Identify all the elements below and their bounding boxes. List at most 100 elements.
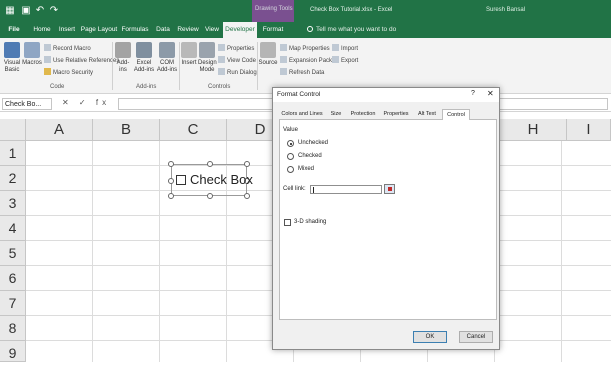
collapse-dialog-button[interactable] <box>384 184 395 194</box>
radio-mixed-label[interactable]: Mixed <box>298 166 314 172</box>
xml-source-button[interactable]: Source <box>258 42 278 67</box>
com-add-ins-button[interactable]: COM Add-ins <box>156 42 178 74</box>
tab-insert[interactable]: Insert <box>55 22 79 38</box>
macros-label: Macros <box>22 60 42 66</box>
dialog-title-bar[interactable]: Format Control ? ✕ <box>273 88 499 102</box>
tell-me-search[interactable]: Tell me what you want to do <box>307 26 396 33</box>
row-header-3[interactable]: 3 <box>0 191 26 216</box>
select-all-corner[interactable] <box>0 119 26 141</box>
properties-icon <box>218 44 225 51</box>
expansion-packs-button[interactable]: Expansion Packs <box>280 56 335 64</box>
import-button[interactable]: Import <box>332 44 358 52</box>
resize-handle[interactable] <box>168 193 174 199</box>
column-header-b[interactable]: B <box>93 119 160 141</box>
run-dialog-button[interactable]: Run Dialog <box>218 68 257 76</box>
add-ins-icon <box>115 42 131 58</box>
radio-checked-label[interactable]: Checked <box>298 153 322 159</box>
3d-shading-label[interactable]: 3-D shading <box>294 219 326 225</box>
tab-home[interactable]: Home <box>30 22 54 38</box>
tab-colors-and-lines[interactable]: Colors and Lines <box>279 109 325 120</box>
row-header-9[interactable]: 9 <box>0 341 26 362</box>
dialog-title: Format Control <box>277 91 321 98</box>
export-button[interactable]: Export <box>332 56 358 64</box>
radio-checked[interactable] <box>287 153 294 160</box>
tab-format[interactable]: Format <box>260 22 286 38</box>
record-macro-button[interactable]: Record Macro <box>44 44 91 52</box>
macros-button[interactable]: Macros <box>22 42 42 67</box>
group-separator <box>112 42 113 90</box>
tab-formulas[interactable]: Formulas <box>119 22 151 38</box>
tab-review[interactable]: Review <box>175 22 201 38</box>
resize-handle[interactable] <box>168 178 174 184</box>
row-header-2[interactable]: 2 <box>0 166 26 191</box>
resize-handle[interactable] <box>244 193 250 199</box>
tab-protection[interactable]: Protection <box>347 109 379 120</box>
row-header-1[interactable]: 1 <box>0 141 26 166</box>
cell-link-input[interactable] <box>310 185 382 194</box>
add-ins-button[interactable]: Add-ins <box>114 42 132 74</box>
macro-security-label: Macro Security <box>53 70 94 76</box>
checkbox-label: Check Box <box>190 172 253 187</box>
relative-references-button[interactable]: Use Relative References <box>44 56 119 64</box>
radio-unchecked[interactable] <box>287 140 294 147</box>
record-macro-label: Record Macro <box>53 46 91 52</box>
resize-handle[interactable] <box>207 193 213 199</box>
column-header-h[interactable]: H <box>500 119 567 141</box>
properties-button[interactable]: Properties <box>218 44 254 52</box>
tab-properties[interactable]: Properties <box>380 109 412 120</box>
design-mode-button[interactable]: Design Mode <box>198 42 217 74</box>
resize-handle[interactable] <box>207 161 213 167</box>
close-icon[interactable]: ✕ <box>487 89 494 98</box>
user-name[interactable]: Suresh Bansal <box>486 7 525 13</box>
radio-unchecked-label[interactable]: Unchecked <box>298 140 328 146</box>
visual-basic-button[interactable]: Visual Basic <box>2 42 22 74</box>
row-header-8[interactable]: 8 <box>0 316 26 341</box>
tab-view[interactable]: View <box>202 22 222 38</box>
row-header-7[interactable]: 7 <box>0 291 26 316</box>
undo-icon[interactable]: ↶ <box>34 5 46 17</box>
excel-add-ins-button[interactable]: Excel Add-ins <box>133 42 155 74</box>
column-header-c[interactable]: C <box>160 119 227 141</box>
checkbox-square[interactable] <box>176 175 186 185</box>
save-icon[interactable]: ▣ <box>20 5 32 17</box>
import-label: Import <box>341 46 359 52</box>
tab-page-layout[interactable]: Page Layout <box>80 22 118 38</box>
help-icon[interactable]: ? <box>471 90 475 97</box>
view-code-button[interactable]: View Code <box>218 56 256 64</box>
resize-handle[interactable] <box>244 161 250 167</box>
tab-developer[interactable]: Developer <box>223 22 257 38</box>
design-mode-label: Design Mode <box>198 60 217 73</box>
tell-me-text: Tell me what you want to do <box>316 26 397 33</box>
formula-buttons[interactable]: ✕ ✓ fx <box>62 98 110 107</box>
redo-icon[interactable]: ↷ <box>48 5 60 17</box>
macro-security-button[interactable]: Macro Security <box>44 68 93 76</box>
xml-source-label: Source <box>258 60 278 66</box>
row-header-5[interactable]: 5 <box>0 241 26 266</box>
toolbox-icon <box>181 42 197 58</box>
name-box[interactable]: Check Bo... <box>2 98 52 110</box>
map-properties-button[interactable]: Map Properties <box>280 44 330 52</box>
checkbox-form-control[interactable]: Check Box <box>168 161 253 199</box>
view-code-icon <box>218 56 225 63</box>
ribbon: Visual Basic Macros Record Macro Use Rel… <box>0 38 611 94</box>
refresh-data-button[interactable]: Refresh Data <box>280 68 324 76</box>
3d-shading-checkbox[interactable] <box>284 219 291 226</box>
gear-icon <box>136 42 152 58</box>
row-header-4[interactable]: 4 <box>0 216 26 241</box>
ok-button[interactable]: OK <box>413 331 447 343</box>
tab-data[interactable]: Data <box>152 22 174 38</box>
cancel-button[interactable]: Cancel <box>459 331 493 343</box>
column-header-a[interactable]: A <box>26 119 93 141</box>
row-header-6[interactable]: 6 <box>0 266 26 291</box>
radio-mixed[interactable] <box>287 166 294 173</box>
map-properties-label: Map Properties <box>289 46 330 52</box>
contextual-tab-group: Drawing Tools <box>252 0 294 22</box>
tab-alt-text[interactable]: Alt Text <box>413 109 441 120</box>
insert-control-button[interactable]: Insert <box>180 42 198 67</box>
column-header-i[interactable]: I <box>567 119 611 141</box>
record-macro-icon <box>44 44 51 51</box>
tab-size[interactable]: Size <box>326 109 346 120</box>
tab-file[interactable]: File <box>0 22 28 38</box>
refresh-icon <box>280 68 287 75</box>
resize-handle[interactable] <box>168 161 174 167</box>
